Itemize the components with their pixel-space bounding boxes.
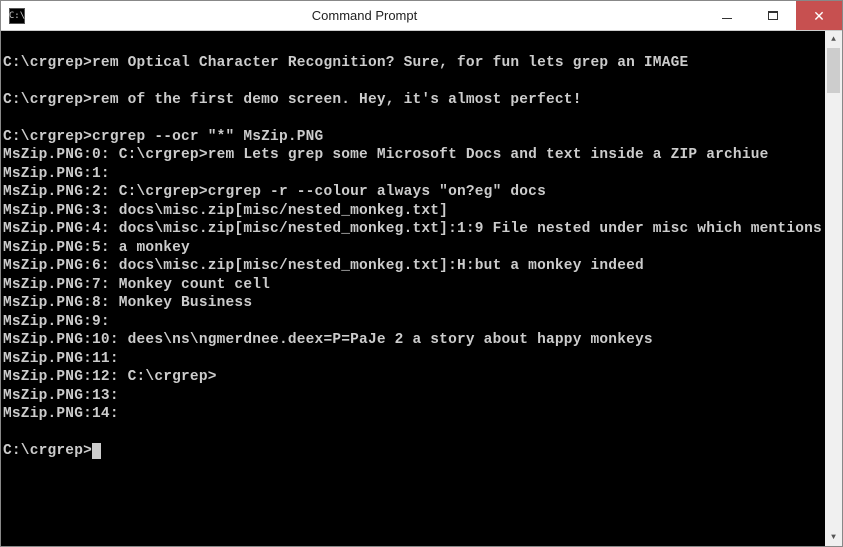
terminal-line: MsZip.PNG:10: dees\ns\ngmerdnee.deex=P=P… <box>3 331 823 350</box>
terminal-line: C:\crgrep> <box>3 442 823 461</box>
terminal-line <box>3 35 823 54</box>
titlebar[interactable]: C:\ Command Prompt ✕ <box>1 1 842 31</box>
terminal-line: MsZip.PNG:9: <box>3 313 823 332</box>
terminal-line: MsZip.PNG:7: Monkey count cell <box>3 276 823 295</box>
scroll-thumb[interactable] <box>827 48 840 93</box>
terminal-area: C:\crgrep>rem Optical Character Recognit… <box>1 31 842 546</box>
terminal-line: MsZip.PNG:4: docs\misc.zip[misc/nested_m… <box>3 220 823 239</box>
terminal-line: MsZip.PNG:0: C:\crgrep>rem Lets grep som… <box>3 146 823 165</box>
terminal-line <box>3 72 823 91</box>
maximize-button[interactable] <box>750 1 796 30</box>
scrollbar[interactable]: ▲ ▼ <box>825 31 842 546</box>
cursor <box>92 443 101 459</box>
close-button[interactable]: ✕ <box>796 1 842 30</box>
terminal-line: MsZip.PNG:3: docs\misc.zip[misc/nested_m… <box>3 202 823 221</box>
scroll-track[interactable] <box>825 48 842 529</box>
terminal-line: MsZip.PNG:14: <box>3 405 823 424</box>
terminal-line <box>3 109 823 128</box>
terminal-line: MsZip.PNG:11: <box>3 350 823 369</box>
terminal-line: MsZip.PNG:6: docs\misc.zip[misc/nested_m… <box>3 257 823 276</box>
window-title: Command Prompt <box>25 8 704 23</box>
terminal-line: MsZip.PNG:13: <box>3 387 823 406</box>
minimize-button[interactable] <box>704 1 750 30</box>
terminal-line: MsZip.PNG:5: a monkey <box>3 239 823 258</box>
terminal-line: MsZip.PNG:8: Monkey Business <box>3 294 823 313</box>
scroll-down-arrow[interactable]: ▼ <box>825 529 842 546</box>
terminal-line: MsZip.PNG:2: C:\crgrep>crgrep -r --colou… <box>3 183 823 202</box>
terminal-output[interactable]: C:\crgrep>rem Optical Character Recognit… <box>1 31 825 546</box>
minimize-icon <box>722 18 732 19</box>
terminal-line: C:\crgrep>rem Optical Character Recognit… <box>3 54 823 73</box>
scroll-up-arrow[interactable]: ▲ <box>825 31 842 48</box>
command-prompt-window: C:\ Command Prompt ✕ C:\crgrep>rem Optic… <box>0 0 843 547</box>
maximize-icon <box>768 11 778 20</box>
terminal-line: C:\crgrep>crgrep --ocr "*" MsZip.PNG <box>3 128 823 147</box>
terminal-line: MsZip.PNG:1: <box>3 165 823 184</box>
terminal-line: C:\crgrep>rem of the first demo screen. … <box>3 91 823 110</box>
terminal-line <box>3 424 823 443</box>
app-icon: C:\ <box>9 8 25 24</box>
close-icon: ✕ <box>813 9 825 23</box>
terminal-line: MsZip.PNG:12: C:\crgrep> <box>3 368 823 387</box>
window-controls: ✕ <box>704 1 842 30</box>
